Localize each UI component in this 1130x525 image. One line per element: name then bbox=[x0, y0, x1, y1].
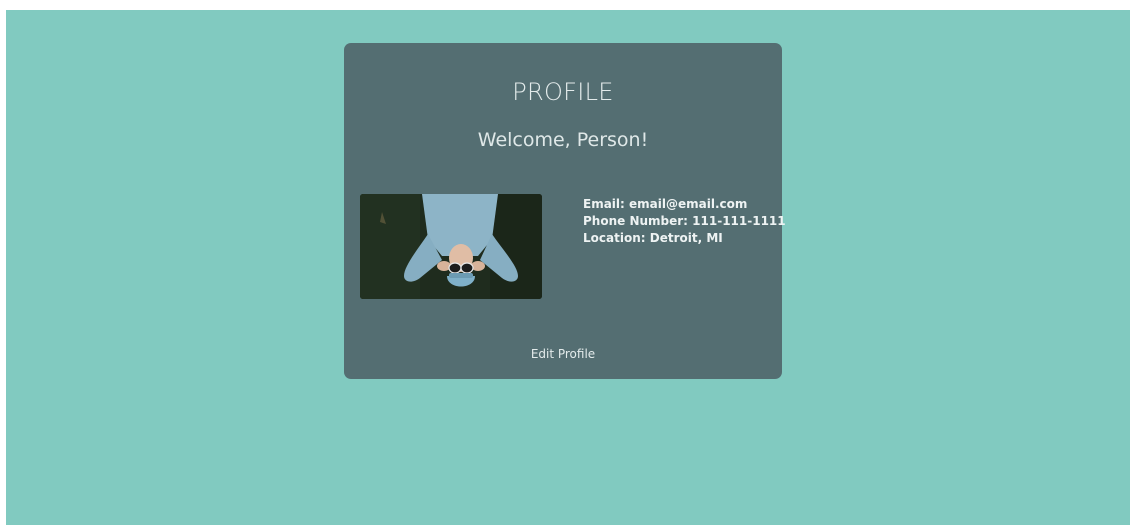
phone-label: Phone Number: bbox=[583, 214, 688, 228]
email-row: Email: email@email.com bbox=[583, 196, 786, 213]
contact-details: Email: email@email.com Phone Number: 111… bbox=[583, 196, 786, 247]
location-row: Location: Detroit, MI bbox=[583, 230, 786, 247]
location-label: Location: bbox=[583, 231, 646, 245]
email-value: email@email.com bbox=[629, 197, 748, 211]
email-label: Email: bbox=[583, 197, 625, 211]
profile-card: PROFILE Welcome, Person! Email: email@em… bbox=[344, 43, 786, 379]
page-title: PROFILE bbox=[512, 78, 614, 106]
page-background: PROFILE Welcome, Person! Email: email@em… bbox=[6, 10, 1130, 525]
edit-profile-button[interactable]: Edit Profile bbox=[344, 347, 782, 361]
profile-photo bbox=[360, 194, 542, 299]
phone-value: 111-111-1111 bbox=[692, 214, 786, 228]
location-value: Detroit, MI bbox=[649, 231, 723, 245]
welcome-message: Welcome, Person! bbox=[477, 129, 649, 151]
phone-row: Phone Number: 111-111-1111 bbox=[583, 213, 786, 230]
